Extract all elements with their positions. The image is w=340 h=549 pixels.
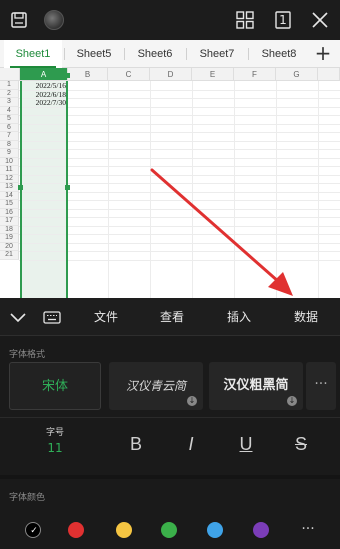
row-header[interactable]: 3 bbox=[0, 98, 19, 107]
row-header[interactable]: 18 bbox=[0, 225, 19, 234]
more-fonts-button[interactable]: ··· bbox=[306, 362, 336, 410]
selection-handle[interactable] bbox=[65, 73, 70, 78]
row-header[interactable]: 12 bbox=[0, 174, 19, 183]
tab-sheet7[interactable]: Sheet7 bbox=[188, 40, 246, 68]
sheet-tabs: Sheet1 Sheet5 Sheet6 Sheet7 Sheet8 + bbox=[0, 40, 340, 68]
tab-divider bbox=[186, 48, 187, 60]
selected-check-icon: ✓ bbox=[30, 526, 38, 536]
tab-divider bbox=[64, 48, 65, 60]
grid-line bbox=[318, 81, 319, 298]
font-color-label: 字体颜色 bbox=[9, 493, 46, 503]
font-option-cuhei[interactable]: 汉仪粗黑简 ↓ bbox=[209, 362, 303, 410]
selection-handle[interactable] bbox=[18, 185, 23, 190]
row-header[interactable]: 15 bbox=[0, 200, 19, 209]
underline-button[interactable]: U bbox=[231, 429, 261, 459]
grid-line bbox=[108, 81, 109, 298]
menu-view[interactable]: 查看 bbox=[152, 298, 192, 336]
column-header-c[interactable]: C bbox=[108, 68, 150, 81]
color-swatch-green[interactable] bbox=[161, 522, 177, 538]
row-header[interactable]: 19 bbox=[0, 234, 19, 243]
strikethrough-button[interactable]: S bbox=[286, 429, 316, 459]
row-header[interactable]: 2 bbox=[0, 89, 19, 98]
grid-view-icon[interactable] bbox=[234, 9, 256, 31]
column-selection-border bbox=[20, 81, 68, 298]
color-swatch-blue[interactable] bbox=[207, 522, 223, 538]
font-size-button[interactable]: 字号 11 bbox=[27, 425, 83, 463]
cell-a3[interactable]: 2022/7/30 bbox=[22, 98, 66, 108]
column-header-f[interactable]: F bbox=[234, 68, 276, 81]
section-divider bbox=[0, 417, 340, 418]
font-option-label: 宋体 bbox=[41, 379, 68, 394]
row-header[interactable]: 14 bbox=[0, 191, 19, 200]
selection-handle[interactable] bbox=[65, 185, 70, 190]
font-option-songti[interactable]: 宋体 bbox=[9, 362, 101, 410]
grid-line bbox=[150, 81, 151, 298]
italic-button[interactable]: I bbox=[176, 429, 206, 459]
tab-sheet5[interactable]: Sheet5 bbox=[66, 40, 122, 68]
row-header[interactable]: 13 bbox=[0, 183, 19, 192]
keyboard-icon[interactable] bbox=[41, 306, 63, 328]
grid-line bbox=[192, 81, 193, 298]
column-header-e[interactable]: E bbox=[192, 68, 234, 81]
download-icon: ↓ bbox=[287, 396, 297, 406]
avatar[interactable] bbox=[44, 10, 64, 30]
tab-divider bbox=[248, 48, 249, 60]
bottom-toolbar: 文件 查看 插入 数据 bbox=[0, 298, 340, 336]
row-header[interactable]: 21 bbox=[0, 251, 19, 260]
row-header[interactable]: 17 bbox=[0, 217, 19, 226]
add-sheet-button[interactable]: + bbox=[312, 42, 334, 66]
column-header-b[interactable]: B bbox=[68, 68, 108, 81]
grid-line bbox=[234, 81, 235, 298]
download-icon: ↓ bbox=[187, 396, 197, 406]
page-count: 1 bbox=[279, 13, 287, 27]
grid-line bbox=[276, 81, 277, 298]
font-size-value: 11 bbox=[47, 441, 63, 455]
row-header[interactable]: 5 bbox=[0, 115, 19, 124]
tab-sheet1[interactable]: Sheet1 bbox=[4, 40, 62, 68]
row-header[interactable]: 4 bbox=[0, 106, 19, 115]
bold-button[interactable]: B bbox=[121, 429, 151, 459]
column-header-h[interactable] bbox=[318, 68, 340, 81]
menu-data[interactable]: 数据 bbox=[286, 298, 326, 336]
tab-divider bbox=[124, 48, 125, 60]
font-size-label: 字号 bbox=[45, 428, 64, 438]
close-icon[interactable] bbox=[309, 9, 331, 31]
row-header[interactable]: 1 bbox=[0, 81, 19, 90]
column-header-d[interactable]: D bbox=[150, 68, 192, 81]
menu-insert[interactable]: 插入 bbox=[219, 298, 259, 336]
row-header[interactable]: 7 bbox=[0, 132, 19, 141]
font-option-qingyun[interactable]: 汉仪青云简 ↓ bbox=[109, 362, 203, 410]
row-header[interactable]: 8 bbox=[0, 140, 19, 149]
color-swatch-black[interactable]: ✓ bbox=[25, 522, 41, 538]
tab-sheet6[interactable]: Sheet6 bbox=[126, 40, 184, 68]
row-header[interactable]: 10 bbox=[0, 157, 19, 166]
more-colors-button[interactable]: ··· bbox=[298, 522, 318, 538]
column-header-g[interactable]: G bbox=[276, 68, 318, 81]
corner-cell[interactable] bbox=[0, 68, 20, 81]
font-panel: 字体格式 宋体 汉仪青云简 ↓ 汉仪粗黑简 ↓ ··· 字号 11 B I U … bbox=[0, 337, 340, 549]
collapse-chevron-icon[interactable] bbox=[7, 306, 29, 328]
color-swatch-purple[interactable] bbox=[253, 522, 269, 538]
menu-file[interactable]: 文件 bbox=[86, 298, 126, 336]
color-swatch-red[interactable] bbox=[68, 522, 84, 538]
font-format-label: 字体格式 bbox=[9, 350, 46, 360]
row-header[interactable]: 20 bbox=[0, 242, 19, 251]
row-header[interactable]: 11 bbox=[0, 166, 19, 175]
color-swatch-yellow[interactable] bbox=[116, 522, 132, 538]
row-header[interactable]: 9 bbox=[0, 149, 19, 158]
spreadsheet-grid[interactable]: A B C D E F G 1 2 3 4 5 6 7 8 9 10 11 12 13 14 15 16 17 1… bbox=[0, 68, 340, 298]
save-icon[interactable] bbox=[8, 9, 30, 31]
section-divider bbox=[0, 475, 340, 479]
row-header[interactable]: 16 bbox=[0, 208, 19, 217]
row-header[interactable]: 6 bbox=[0, 123, 19, 132]
tab-sheet8[interactable]: Sheet8 bbox=[250, 40, 308, 68]
top-bar: 1 bbox=[0, 0, 340, 40]
column-header-a[interactable]: A bbox=[20, 68, 68, 81]
page-count-icon[interactable]: 1 bbox=[272, 9, 294, 31]
